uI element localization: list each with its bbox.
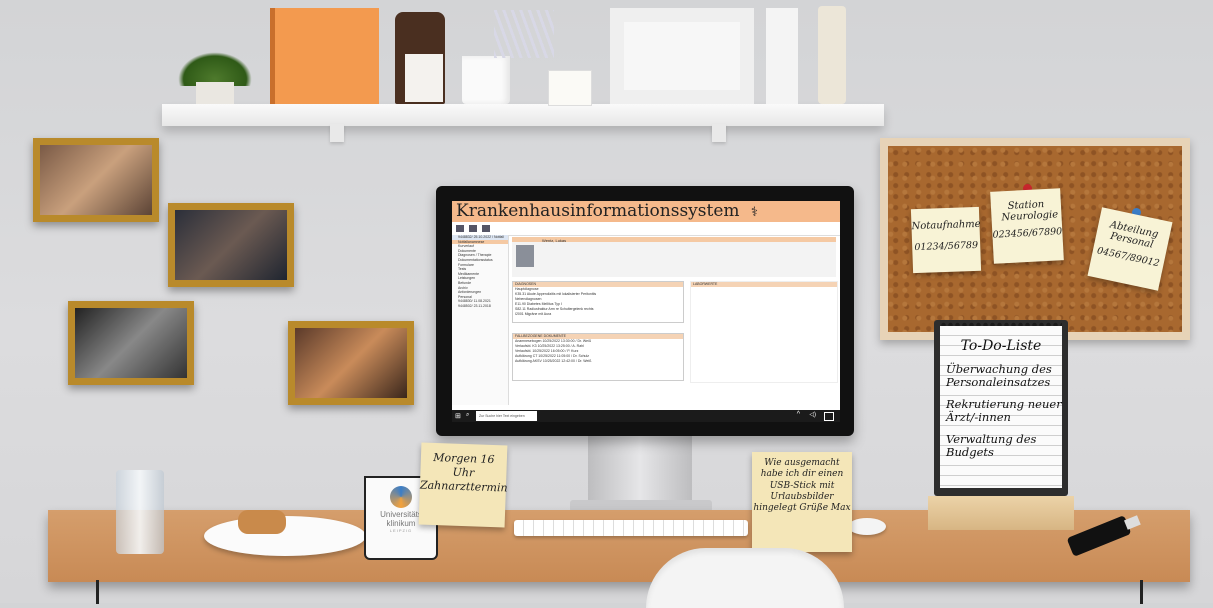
app-title: Krankenhausinformationssystem — [456, 201, 740, 221]
brushes — [494, 10, 554, 58]
note-title: Notaufnahme — [911, 218, 981, 233]
search-input[interactable]: Zur Suche hier Text eingeben — [476, 411, 537, 421]
wall-shelf — [162, 104, 884, 126]
patient-header: Wentz, Lukas — [512, 237, 836, 277]
keyboard — [514, 520, 748, 536]
app-title-bar: Krankenhausinformationssystem ⚕ — [452, 201, 840, 222]
pen-cup — [462, 56, 510, 104]
plant-pot — [196, 82, 234, 104]
bread-slice — [238, 510, 286, 534]
list-item: I2001 Migräne mit Aura — [515, 312, 552, 316]
bottle-label — [405, 54, 443, 102]
glass-jar — [548, 70, 592, 106]
shelf-bracket — [712, 124, 726, 142]
photo-frame-bw — [68, 301, 194, 385]
photo-frame-bar — [288, 321, 414, 405]
shelf-bracket — [330, 124, 344, 142]
chevron-up-icon[interactable]: ^ — [797, 411, 800, 418]
todo-item: Verwaltung des Budgets — [946, 432, 1037, 459]
screen: Krankenhausinformationssystem ⚕ 9448832/… — [452, 201, 840, 422]
picture-frame-white — [610, 8, 754, 104]
cork-note-3: Abteilung Personal 04567/89012 — [1087, 207, 1173, 291]
todo-notepad: To-Do-Liste Überwachung des Personaleins… — [934, 320, 1068, 496]
note-number: 01234/56789 — [914, 239, 979, 254]
desk-leg — [96, 580, 99, 604]
mouse — [848, 518, 886, 535]
plant-icon — [178, 52, 252, 86]
findings-panel: LABORWERTE — [690, 281, 838, 383]
cork-note-1: Notaufnahme 01234/56789 — [910, 206, 982, 274]
sidebar-item[interactable]: 9448832/ 25.10.2022 / Notfall — [452, 235, 508, 240]
diagnoses-panel: DIAGNOSEN Hauptdiagnose K35.31 Akute App… — [512, 281, 684, 323]
toolbar — [452, 222, 840, 236]
sticky-note-appointment: Morgen 16 Uhr Zahnarzttermin — [418, 442, 508, 528]
panel-title: LABORWERTE — [691, 282, 837, 287]
todo-item: Rekrutierung neuer Ärzt/-innen — [946, 397, 1062, 424]
notification-icon[interactable] — [824, 412, 834, 421]
candle — [818, 6, 846, 104]
desk-leg — [1140, 580, 1143, 604]
todo-title: To-Do-Liste — [960, 338, 1042, 354]
orange-binder — [270, 8, 379, 104]
white-object — [766, 8, 798, 104]
clinic-logo-icon — [390, 486, 412, 508]
note-number: 023456/67890 — [992, 226, 1063, 241]
todo-paper: To-Do-Liste Überwachung des Personaleins… — [940, 326, 1062, 488]
search-icon[interactable]: ⌕ — [466, 412, 469, 419]
mug-text: LEIPZIG — [389, 528, 413, 533]
cork-note-2: Station Neurologie 023456/67890 — [990, 188, 1064, 264]
note-title: Station Neurologie — [1001, 199, 1059, 224]
patient-name: Wentz, Lukas — [542, 238, 567, 243]
notepad-stand — [928, 496, 1074, 530]
taskbar: ⊞ ⌕ Zur Suche hier Text eingeben ^ ◁) — [452, 410, 840, 422]
chart-icon[interactable] — [469, 225, 478, 232]
windows-icon[interactable]: ⊞ — [455, 412, 461, 420]
print-icon[interactable] — [482, 225, 491, 232]
water-glass — [116, 470, 164, 554]
list-item[interactable]: Aufklärung AKSV 10/25/2022 12:42:00 / Dr… — [513, 359, 683, 364]
caduceus-icon: ⚕ — [750, 205, 758, 220]
sticky-note-usb: Wie ausgemacht habe ich dir einen USB-St… — [752, 452, 852, 552]
chair — [646, 548, 844, 608]
monitor: Krankenhausinformationssystem ⚕ 9448832/… — [436, 186, 854, 436]
photo-frame-friends — [33, 138, 159, 222]
sidebar-item[interactable]: 9448502/ 23.11.2018 — [452, 304, 508, 309]
grid-icon[interactable] — [456, 225, 464, 232]
documents-panel: FALLBEZOGENE DOKUMENTE Anamnesebogen 10/… — [512, 333, 684, 381]
monitor-stand — [588, 436, 692, 508]
corkboard: Notaufnahme 01234/56789 Station Neurolog… — [880, 138, 1190, 340]
case-sidebar: 9448832/ 25.10.2022 / Notfall Notfallana… — [452, 235, 509, 405]
avatar — [516, 245, 534, 267]
photo-frame-party — [168, 203, 294, 287]
todo-item: Überwachung des Personaleinsatzes — [946, 362, 1052, 389]
speaker-icon[interactable]: ◁) — [809, 411, 816, 418]
